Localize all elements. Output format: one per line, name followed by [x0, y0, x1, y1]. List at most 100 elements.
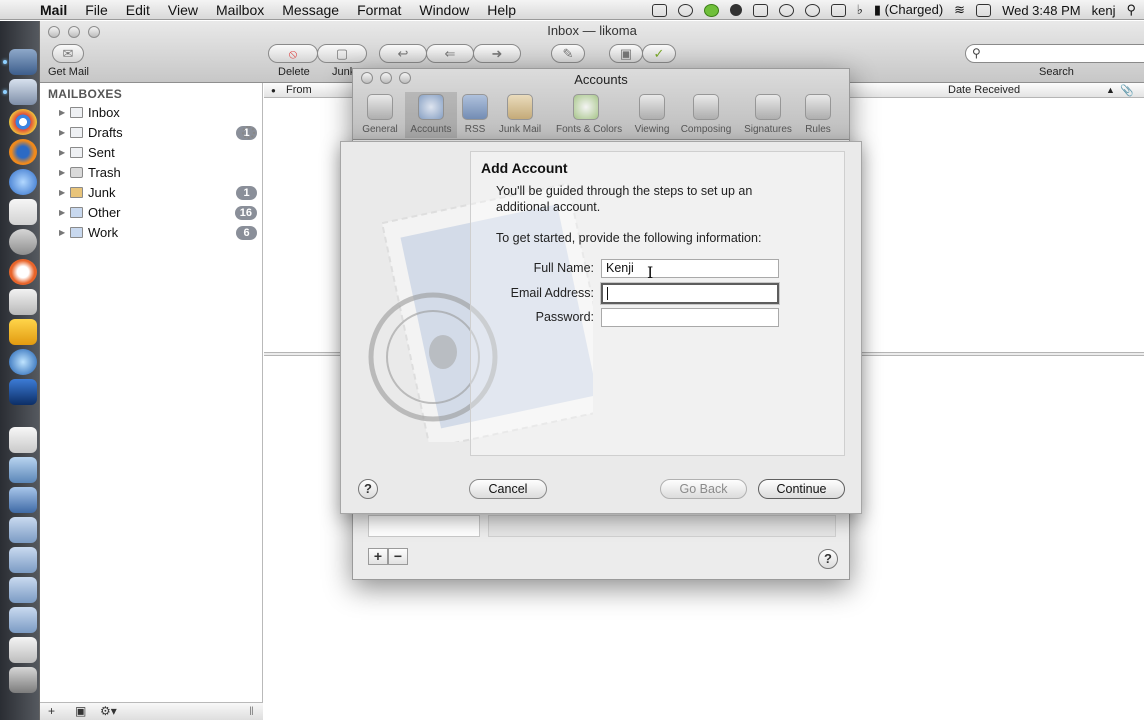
tab-composing[interactable]: Composing [680, 92, 732, 138]
folder-icon[interactable] [9, 547, 37, 573]
notes-icon[interactable] [9, 289, 37, 315]
keyboard-icon[interactable] [976, 3, 992, 17]
time-machine-icon[interactable] [804, 3, 820, 17]
spotlight-icon[interactable]: ⚲ [1126, 2, 1136, 18]
menu-app-mail[interactable]: Mail [36, 2, 76, 18]
mailbox-name: Work [88, 225, 119, 240]
finder-icon[interactable] [9, 49, 37, 75]
tab-general[interactable]: General [354, 92, 406, 138]
password-field[interactable] [601, 308, 779, 327]
menu-mailbox[interactable]: Mailbox [207, 2, 273, 18]
disclosure-triangle-icon[interactable]: ▶ [59, 168, 65, 177]
sidebar-item-work[interactable]: ▶ Work 6 [40, 223, 262, 242]
delete-button[interactable]: ⦸ [268, 44, 318, 63]
menu-help[interactable]: Help [478, 2, 525, 18]
folder-icon[interactable] [9, 577, 37, 603]
chrome-icon[interactable] [9, 109, 37, 135]
itunes-icon[interactable] [9, 169, 37, 195]
todo-button[interactable]: ✓ [642, 44, 676, 63]
disclosure-triangle-icon[interactable]: ▶ [59, 208, 65, 217]
disclosure-triangle-icon[interactable]: ▶ [59, 148, 65, 157]
clock-icon[interactable] [778, 3, 794, 17]
cancel-button[interactable]: Cancel [469, 479, 547, 499]
menu-format[interactable]: Format [348, 2, 410, 18]
forward-button[interactable]: ➜ [473, 44, 521, 63]
sidebar-item-inbox[interactable]: ▶ Inbox [40, 103, 262, 122]
screen-icon[interactable] [651, 3, 667, 17]
search-field[interactable]: ⚲ [965, 44, 1144, 63]
go-back-button[interactable]: Go Back [660, 479, 747, 499]
tab-signatures[interactable]: Signatures [742, 92, 794, 138]
lock-icon[interactable] [752, 3, 768, 17]
mouse-icon[interactable] [9, 229, 37, 255]
record-icon[interactable] [729, 4, 742, 16]
documents-folder-icon[interactable] [9, 517, 37, 543]
menu-window[interactable]: Window [410, 2, 478, 18]
money-icon[interactable] [9, 319, 37, 345]
menu-view[interactable]: View [159, 2, 207, 18]
disclosure-triangle-icon[interactable]: ▶ [59, 108, 65, 117]
email-address-field[interactable] [601, 283, 779, 304]
column-date-received[interactable]: Date Received [948, 84, 1020, 96]
attachment-column-icon[interactable]: 📎 [1120, 84, 1134, 97]
sidebar-item-trash[interactable]: ▶ Trash [40, 163, 262, 182]
display-icon[interactable] [830, 3, 846, 17]
downloads-folder-icon[interactable] [9, 607, 37, 633]
tab-viewing[interactable]: Viewing [626, 92, 678, 138]
disclosure-triangle-icon[interactable]: ▶ [59, 188, 65, 197]
menu-edit[interactable]: Edit [117, 2, 159, 18]
junk-button[interactable]: ▢ [317, 44, 367, 63]
status-menus: ♭ ▮ (Charged) ≋ Wed 3:48 PM kenj ⚲ [651, 0, 1136, 20]
menu-message[interactable]: Message [273, 2, 348, 18]
continue-button[interactable]: Continue [758, 479, 845, 499]
sidebar-item-other[interactable]: ▶ Other 16 [40, 203, 262, 222]
clock-app-icon[interactable] [9, 259, 37, 285]
reply-button[interactable]: ↩ [379, 44, 427, 63]
disclosure-triangle-icon[interactable]: ▶ [59, 128, 65, 137]
sidebar-item-junk[interactable]: ▶ Junk 1 [40, 183, 262, 202]
tab-rules[interactable]: Rules [792, 92, 844, 138]
movie-icon[interactable] [9, 379, 37, 405]
action-gear-icon[interactable]: ⚙▾ [100, 704, 117, 718]
trash-icon[interactable] [9, 667, 37, 693]
disclosure-triangle-icon[interactable]: ▶ [59, 228, 65, 237]
show-activity-icon[interactable]: ▣ [75, 704, 86, 718]
firefox-icon[interactable] [9, 139, 37, 165]
get-mail-button[interactable]: ✉ [52, 44, 84, 63]
sidebar-item-sent[interactable]: ▶ Sent [40, 143, 262, 162]
menu-user[interactable]: kenj [1092, 3, 1116, 18]
play-icon[interactable] [677, 3, 693, 17]
desktop-folder-icon[interactable] [9, 487, 37, 513]
unread-count-badge: 1 [236, 185, 257, 200]
calendar-icon[interactable] [9, 199, 37, 225]
applications-folder-icon[interactable] [9, 457, 37, 483]
status-green-icon[interactable] [703, 3, 719, 17]
new-message-button[interactable]: ✎ [551, 44, 585, 63]
reply-all-button[interactable]: ⇐ [426, 44, 474, 63]
mail-icon[interactable] [9, 79, 37, 105]
full-name-field[interactable]: Kenji [601, 259, 779, 278]
document-icon[interactable] [9, 637, 37, 663]
sidebar-item-drafts[interactable]: ▶ Drafts 1 [40, 123, 262, 142]
forward-icon: ➜ [491, 45, 503, 61]
resize-grip-icon[interactable]: ‖ [249, 704, 254, 718]
note-button[interactable]: ▣ [609, 44, 643, 63]
battery-status[interactable]: ▮ (Charged) [874, 2, 943, 18]
home-folder-icon[interactable] [9, 427, 37, 453]
accounts-list[interactable] [368, 515, 480, 537]
add-account-button[interactable]: + [368, 548, 388, 565]
tab-fonts-colors[interactable]: Fonts & Colors [556, 92, 622, 138]
globe-icon[interactable] [9, 349, 37, 375]
help-button[interactable]: ? [818, 549, 838, 569]
wifi-icon[interactable]: ≋ [954, 2, 965, 18]
add-mailbox-icon[interactable]: + [48, 704, 55, 718]
remove-account-button[interactable]: − [388, 548, 408, 565]
help-button[interactable]: ? [358, 479, 378, 499]
sort-arrow-icon[interactable]: ▲ [1106, 85, 1115, 95]
column-from[interactable]: From [286, 84, 312, 96]
tab-junk-mail[interactable]: Junk Mail [494, 92, 546, 138]
menu-clock[interactable]: Wed 3:48 PM [1002, 3, 1081, 18]
status-column-dot[interactable]: ● [271, 86, 276, 95]
menu-file[interactable]: File [76, 2, 117, 18]
volume-icon[interactable]: ♭ [857, 2, 863, 18]
